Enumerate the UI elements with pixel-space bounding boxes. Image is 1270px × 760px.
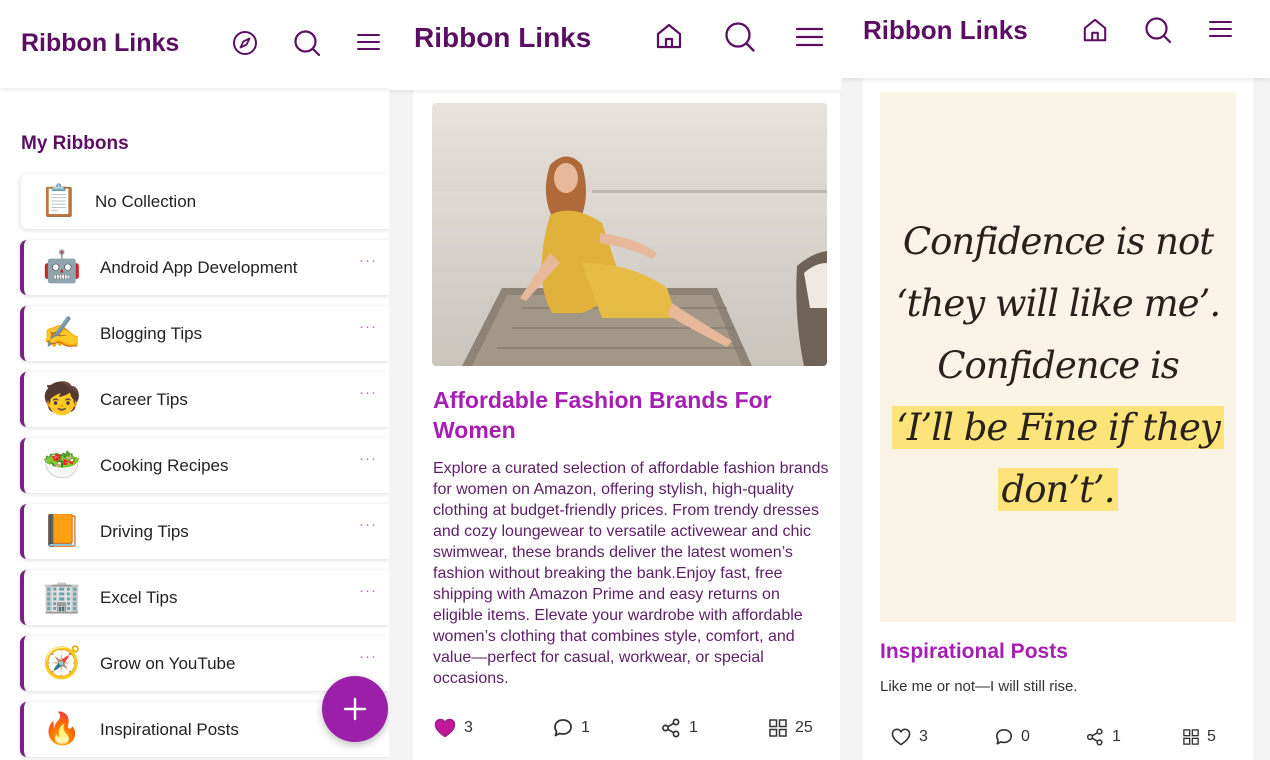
compass-emoji-icon: 🧭 bbox=[42, 645, 82, 680]
app-title: Ribbon Links bbox=[414, 22, 592, 53]
share-button[interactable]: 1 bbox=[661, 713, 698, 743]
salad-bowl-icon: 🥗 bbox=[42, 447, 82, 482]
quote-image[interactable]: Confidence is not ‘they will like me’. C… bbox=[880, 92, 1236, 622]
top-app-bar: Ribbon Links bbox=[0, 0, 389, 88]
post-card: Confidence is not ‘they will like me’. C… bbox=[863, 70, 1253, 760]
post-image[interactable] bbox=[432, 103, 827, 366]
writing-hand-icon: ✍️ bbox=[42, 315, 82, 350]
home-icon[interactable] bbox=[655, 22, 683, 50]
ribbon-label: Inspirational Posts bbox=[100, 720, 239, 739]
more-options-icon[interactable]: ··· bbox=[359, 648, 377, 665]
share-count: 1 bbox=[1112, 728, 1121, 745]
more-options-icon[interactable]: ··· bbox=[359, 384, 377, 401]
ribbon-label: Grow on YouTube bbox=[100, 654, 236, 673]
office-building-icon: 🏢 bbox=[42, 579, 82, 614]
ribbon-label: Blogging Tips bbox=[100, 324, 203, 343]
fire-icon: 🔥 bbox=[42, 711, 82, 746]
clipboard-icon: 📋 bbox=[39, 183, 79, 218]
like-count: 3 bbox=[919, 728, 928, 745]
post-actions: 3 0 1 5 bbox=[863, 722, 1253, 752]
ribbon-item-driving-tips[interactable]: 📙 Driving Tips ··· bbox=[20, 504, 389, 559]
post-description: Like me or not—I will still rise. bbox=[880, 678, 1078, 695]
quote-line: Confidence is not bbox=[902, 220, 1214, 263]
post-title[interactable]: Inspirational Posts bbox=[880, 640, 1068, 664]
fashion-photo bbox=[432, 103, 827, 366]
comment-button[interactable]: 1 bbox=[553, 713, 590, 743]
comment-icon bbox=[554, 719, 572, 737]
ribbon-item-excel-tips[interactable]: 🏢 Excel Tips ··· bbox=[20, 570, 389, 625]
post-description: Explore a curated selection of affordabl… bbox=[433, 460, 829, 687]
ribbon-label: Career Tips bbox=[100, 390, 188, 409]
more-options-icon[interactable]: ··· bbox=[359, 516, 377, 533]
menu-icon[interactable] bbox=[796, 27, 823, 47]
like-button[interactable]: 3 bbox=[891, 722, 928, 752]
home-icon[interactable] bbox=[1082, 17, 1108, 43]
menu-icon[interactable] bbox=[357, 33, 380, 51]
ribbon-label: Excel Tips bbox=[100, 588, 178, 607]
share-icon bbox=[1086, 728, 1103, 746]
quote-line-highlighted: don’t’. bbox=[880, 468, 1236, 511]
grid-icon bbox=[769, 719, 787, 737]
search-icon[interactable] bbox=[1144, 16, 1172, 44]
heart-icon bbox=[891, 728, 911, 746]
ribbons-screen: Ribbon Links My Ribbons 📋 No Collection … bbox=[0, 0, 389, 760]
quote-line: Confidence is bbox=[937, 344, 1180, 387]
notebook-icon: 📙 bbox=[42, 513, 82, 548]
heart-filled-icon bbox=[434, 718, 456, 738]
app-title: Ribbon Links bbox=[863, 15, 1028, 45]
more-options-icon[interactable]: ··· bbox=[359, 252, 377, 269]
more-options-icon[interactable]: ··· bbox=[359, 582, 377, 599]
collections-count: 25 bbox=[795, 719, 813, 736]
post-detail-screen: Ribbon Links Affordable Fashion Brands F… bbox=[389, 0, 841, 760]
top-app-bar: Ribbon Links bbox=[841, 0, 1270, 78]
section-title: My Ribbons bbox=[21, 133, 129, 154]
robot-icon: 🤖 bbox=[42, 249, 82, 284]
comment-count: 1 bbox=[581, 719, 590, 736]
like-button[interactable]: 3 bbox=[434, 713, 473, 743]
ribbon-label: No Collection bbox=[95, 192, 197, 211]
share-icon bbox=[662, 718, 680, 738]
ribbon-item-career-tips[interactable]: 🧒 Career Tips ··· bbox=[20, 372, 389, 427]
collections-button[interactable]: 25 bbox=[769, 713, 813, 743]
post-actions: 3 1 1 25 bbox=[413, 713, 840, 743]
share-button[interactable]: 1 bbox=[1086, 722, 1121, 752]
add-ribbon-button[interactable] bbox=[322, 676, 388, 742]
post-card: Affordable Fashion Brands For Women Expl… bbox=[413, 70, 840, 760]
like-count: 3 bbox=[464, 719, 473, 736]
more-options-icon[interactable]: ··· bbox=[359, 318, 377, 335]
ribbon-label: Cooking Recipes bbox=[100, 456, 229, 475]
top-app-bar: Ribbon Links bbox=[389, 0, 841, 90]
ribbon-label: Driving Tips bbox=[100, 522, 189, 541]
comment-icon bbox=[995, 728, 1013, 745]
comment-button[interactable]: 0 bbox=[995, 722, 1030, 752]
ribbon-item-no-collection[interactable]: 📋 No Collection bbox=[20, 174, 389, 229]
ribbon-item-blogging-tips[interactable]: ✍️ Blogging Tips ··· bbox=[20, 306, 389, 361]
search-icon[interactable] bbox=[293, 29, 321, 57]
collections-button[interactable]: 5 bbox=[1183, 722, 1216, 752]
plus-icon bbox=[343, 697, 367, 721]
share-count: 1 bbox=[689, 719, 698, 736]
search-icon[interactable] bbox=[724, 21, 756, 53]
quote-post-screen: Ribbon Links Confidence is not ‘they wil… bbox=[841, 0, 1270, 760]
quote-line: ‘they will like me’. bbox=[895, 282, 1221, 325]
app-title: Ribbon Links bbox=[21, 29, 180, 57]
more-options-icon[interactable]: ··· bbox=[359, 450, 377, 467]
ribbon-item-android-app-development[interactable]: 🤖 Android App Development ··· bbox=[20, 240, 389, 295]
boy-icon: 🧒 bbox=[42, 381, 82, 416]
ribbon-label: Android App Development bbox=[100, 258, 298, 277]
grid-icon bbox=[1183, 729, 1199, 745]
compass-icon[interactable] bbox=[232, 30, 258, 56]
post-title[interactable]: Affordable Fashion Brands For Women bbox=[433, 385, 823, 445]
comment-count: 0 bbox=[1021, 728, 1030, 745]
ribbon-item-cooking-recipes[interactable]: 🥗 Cooking Recipes ··· bbox=[20, 438, 389, 493]
collections-count: 5 bbox=[1207, 728, 1216, 745]
quote-line-highlighted: ‘I’ll be Fine if they bbox=[880, 406, 1236, 449]
menu-icon[interactable] bbox=[1209, 20, 1232, 38]
